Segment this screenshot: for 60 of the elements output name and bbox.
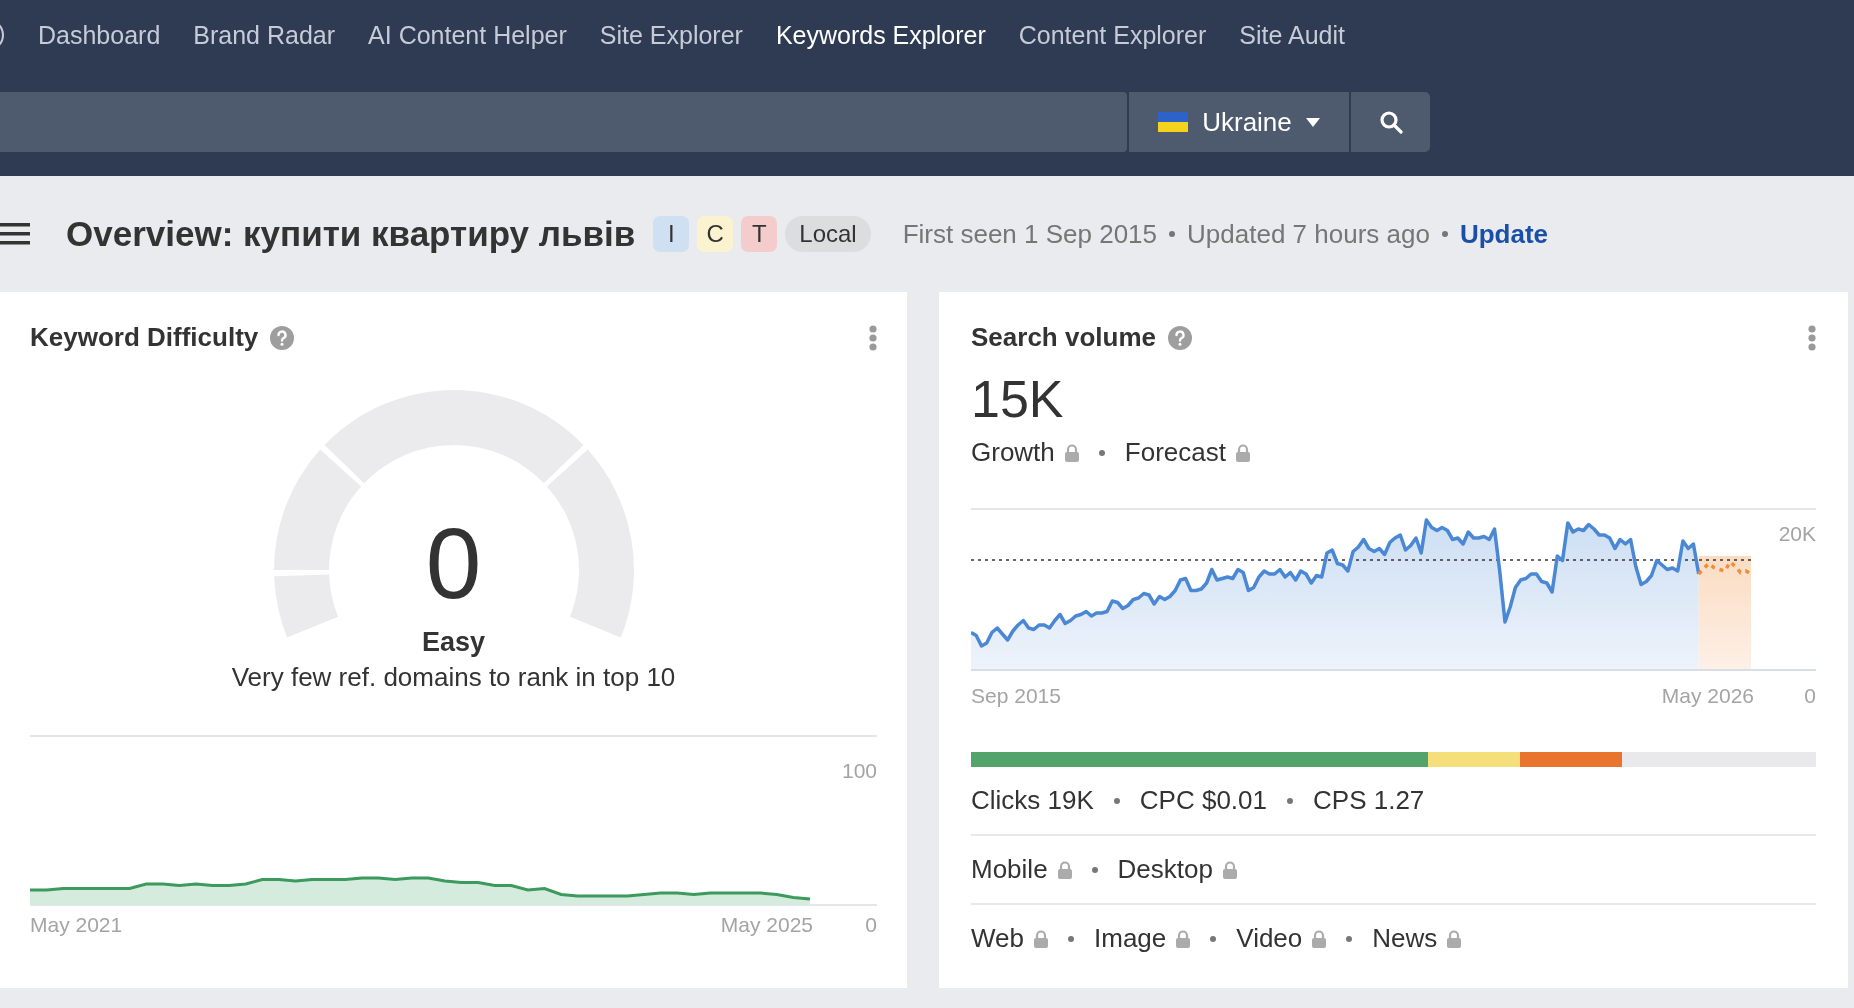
nav-item[interactable]: Brand Radar [193,20,336,50]
more-options-icon[interactable] [1808,324,1816,351]
help-icon[interactable] [1168,325,1192,350]
search-icon [1378,110,1403,134]
update-link[interactable]: Update [1459,218,1549,250]
axis-label: 100 [841,759,877,783]
feature-label: Growth [971,437,1055,468]
nav-item[interactable]: Dashboard [38,20,161,50]
nav-item[interactable]: Site Explorer [599,20,743,50]
page-title: Overview: купити квартиру львів [66,214,636,254]
stat-text: CPS 1.27 [1313,785,1425,816]
flag-icon [1158,112,1189,132]
separator-dot [1068,935,1074,942]
difficulty-rating: Easy [421,627,486,658]
axis-label: 0 [865,913,877,937]
separator-dot [1113,797,1120,804]
nav-item[interactable]: Content Explorer [1018,20,1207,50]
separator-dot [1169,231,1176,237]
country-dropdown[interactable]: Ukraine [1129,92,1349,152]
search-field[interactable] [0,92,1127,152]
separator-dot [1441,231,1448,237]
stat-text: CPC $0.01 [1139,785,1267,816]
axis-label: 20K [1778,522,1816,546]
feature-label: Image [1094,923,1167,954]
feature-label: Forecast [1124,437,1226,468]
separator-dot [1098,449,1105,456]
card-title: Search volume [971,322,1156,353]
separator-dot [1346,935,1353,942]
meta-text: Updated 7 hours ago [1187,218,1430,250]
axis-label: May 2021 [30,913,123,937]
caret-icon [1305,117,1320,127]
difficulty-score: 0 [425,513,482,613]
more-options-icon[interactable] [869,324,877,351]
feature-label: Desktop [1117,854,1213,885]
stat-text: Clicks 19K [971,785,1094,816]
card-title: Keyword Difficulty [30,322,259,353]
axis-label: May 2026 [1661,684,1754,708]
search-button[interactable] [1351,92,1430,152]
help-icon[interactable] [270,325,295,350]
axis-label: May 2025 [720,913,813,937]
separator-dot [1210,935,1217,942]
feature-label: News [1372,923,1438,954]
nav-item[interactable]: Keywords Explorer [775,20,986,50]
separator-dot [1287,797,1293,804]
feature-label: Video [1236,923,1303,954]
menu-icon[interactable] [0,223,30,245]
axis-label: Sep 2015 [971,684,1061,708]
axis-label: 0 [1804,684,1816,708]
nav-item[interactable]: AI Content Helper [368,20,567,50]
nav-item[interactable]: Site Audit [1239,20,1345,50]
search-volume-value: 15K [971,369,1065,429]
intent-badge: I [653,216,690,252]
feature-label: Mobile [971,854,1048,885]
local-tag: Local [785,216,871,252]
meta-text: First seen 1 Sep 2015 [902,218,1158,250]
feature-label: Web [971,923,1024,954]
intent-badge: C [697,216,734,252]
difficulty-description: Very few ref. domains to rank in top 10 [231,662,676,693]
separator-dot [1091,866,1098,873]
intent-badge: T [741,216,778,252]
